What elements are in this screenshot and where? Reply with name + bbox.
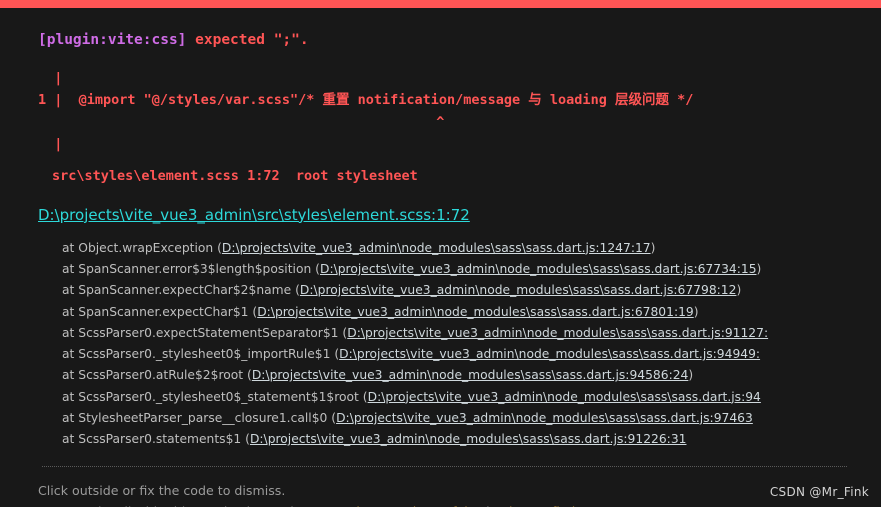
code-frame-comment-cn-reset: 重置 xyxy=(322,91,350,108)
code-frame-code-prefix: | @import "@/styles/var.scss"/* xyxy=(46,91,323,108)
code-frame-code-middle: notification/message xyxy=(349,91,529,108)
stack-frame: at ScssParser0.statements$1 (D:\projects… xyxy=(62,429,851,450)
stack-frame: at SpanScanner.expectChar$2$name (D:\pro… xyxy=(62,280,851,301)
code-frame-source-line: 1 | @import "@/styles/var.scss"/* 重置 not… xyxy=(38,90,851,112)
stack-frame-path[interactable]: D:\projects\vite_vue3_admin\node_modules… xyxy=(320,262,757,276)
stack-frame-function: at SpanScanner.expectChar$1 ( xyxy=(62,304,258,319)
stack-frame: at Object.wrapException (D:\projects\vit… xyxy=(62,238,851,259)
stack-frame-path[interactable]: D:\projects\vite_vue3_admin\node_modules… xyxy=(222,241,651,255)
stack-frame-path[interactable]: D:\projects\vite_vue3_admin\node_modules… xyxy=(250,432,687,446)
stack-frame-path[interactable]: D:\projects\vite_vue3_admin\node_modules… xyxy=(347,326,768,340)
stack-frame: at SpanScanner.error$3$length$position (… xyxy=(62,259,851,280)
code-frame-line-number: 1 xyxy=(38,91,47,108)
error-location: src\styles\element.scss 1:72 root styles… xyxy=(52,167,418,184)
stack-frame-path[interactable]: D:\projects\vite_vue3_admin\node_modules… xyxy=(257,305,694,319)
watermark: CSDN @Mr_Fink xyxy=(769,485,869,499)
stack-frame-path[interactable]: D:\projects\vite_vue3_admin\node_modules… xyxy=(339,347,760,361)
code-frame: | 1 | @import "@/styles/var.scss"/* 重置 no… xyxy=(38,68,851,156)
code-frame-gutter-top: | xyxy=(38,69,63,86)
error-message: [plugin:vite:css] expected ";". xyxy=(38,30,851,52)
stack-frame-function: at StylesheetParser_parse__closure1.call… xyxy=(62,410,337,425)
code-frame-caret-line: ^ xyxy=(38,112,851,134)
code-frame-caret-padding xyxy=(38,114,436,130)
code-frame-code-end: */ xyxy=(668,91,694,108)
stack-frame-suffix: ) xyxy=(756,262,762,277)
stack-frame-function: at ScssParser0.expectStatementSeparator$… xyxy=(62,325,348,340)
stack-frame-path[interactable]: D:\projects\vite_vue3_admin\node_modules… xyxy=(300,283,737,297)
code-frame-code-tail: loading xyxy=(541,91,615,108)
stack-frame-path[interactable]: D:\projects\vite_vue3_admin\node_modules… xyxy=(336,411,753,425)
stack-frame-function: at ScssParser0._stylesheet0$_statement$1… xyxy=(62,389,368,404)
code-frame-comment-cn-and: 与 xyxy=(528,91,542,108)
stack-frame-function: at ScssParser0._stylesheet0$_importRule$… xyxy=(62,347,340,362)
stack-frame-suffix: ) xyxy=(736,283,742,298)
stack-frame: at SpanScanner.expectChar$1 (D:\projects… xyxy=(62,302,851,323)
stack-frame-path[interactable]: D:\projects\vite_vue3_admin\node_modules… xyxy=(252,368,689,382)
stack-frame: at ScssParser0._stylesheet0$_importRule$… xyxy=(62,344,851,365)
stack-frame: at ScssParser0.atRule$2$root (D:\project… xyxy=(62,365,851,386)
code-frame-gutter-bottom: | xyxy=(38,135,63,152)
stack-frame: at ScssParser0.expectStatementSeparator$… xyxy=(62,323,851,344)
overlay-footer: Click outside or fix the code to dismiss… xyxy=(0,467,881,507)
stack-frame-suffix: ) xyxy=(688,368,694,383)
stack-frame-function: at SpanScanner.error$3$length$position ( xyxy=(62,262,320,277)
file-link[interactable]: D:\projects\vite_vue3_admin\src\styles\e… xyxy=(38,206,851,224)
error-message-text: expected ";". xyxy=(186,32,309,48)
vite-error-overlay[interactable]: [plugin:vite:css] expected ";". | 1 | @im… xyxy=(0,0,881,507)
stack-frame-suffix: ) xyxy=(650,240,656,255)
plugin-name: [plugin:vite:css] xyxy=(38,32,187,48)
stack-frame-path[interactable]: D:\projects\vite_vue3_admin\node_modules… xyxy=(368,390,761,404)
stack-frame-function: at ScssParser0.statements$1 ( xyxy=(62,432,250,447)
stack-frame: at ScssParser0._stylesheet0$_statement$1… xyxy=(62,387,851,408)
stack-frame-suffix: ) xyxy=(693,304,699,319)
code-frame-comment-cn-issue: 层级问题 xyxy=(614,91,669,108)
stack-frame-function: at Object.wrapException ( xyxy=(62,240,222,255)
stack-frame-function: at ScssParser0.atRule$2$root ( xyxy=(62,368,252,383)
stack-frame: at StylesheetParser_parse__closure1.call… xyxy=(62,408,851,429)
code-frame-caret: ^ xyxy=(436,113,445,130)
footer-dismiss-hint: Click outside or fix the code to dismiss… xyxy=(38,483,286,499)
stack-frame-function: at SpanScanner.expectChar$2$name ( xyxy=(62,283,300,298)
overlay-content: [plugin:vite:css] expected ";". | 1 | @im… xyxy=(0,8,881,468)
stack-trace: at Object.wrapException (D:\projects\vit… xyxy=(38,238,851,451)
